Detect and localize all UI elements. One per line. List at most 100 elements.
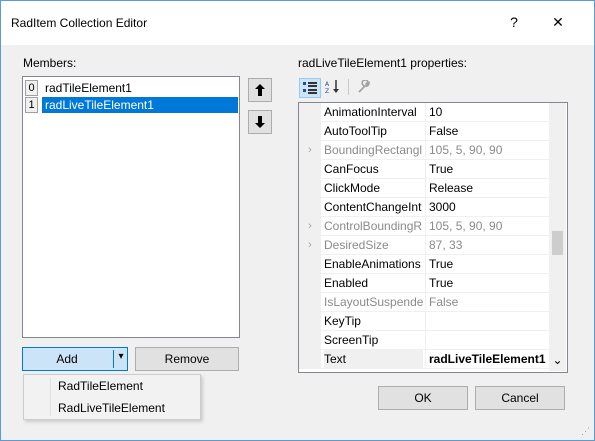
property-row[interactable]: AutoToolTip False bbox=[299, 122, 549, 141]
property-value[interactable]: radLiveTileElement1 bbox=[425, 350, 553, 369]
add-button[interactable]: Add bbox=[23, 352, 111, 366]
property-value[interactable]: Release bbox=[425, 179, 553, 198]
move-up-button[interactable] bbox=[248, 78, 272, 102]
property-value[interactable]: True bbox=[425, 255, 553, 274]
window-title: RadItem Collection Editor bbox=[11, 16, 148, 30]
property-value[interactable] bbox=[425, 312, 553, 331]
property-name: KeyTip bbox=[324, 314, 361, 328]
ok-button[interactable]: OK bbox=[378, 386, 468, 410]
property-value: 105, 5, 90, 90 bbox=[425, 217, 553, 236]
list-item-index: 0 bbox=[25, 80, 38, 96]
remove-button[interactable]: Remove bbox=[135, 347, 239, 371]
row-gutter bbox=[299, 350, 321, 369]
property-row[interactable]: ClickMode Release bbox=[299, 179, 549, 198]
arrow-down-icon bbox=[255, 116, 265, 128]
expand-chevron-icon[interactable]: › bbox=[299, 141, 321, 160]
property-row[interactable]: › DesiredSize 87, 33 bbox=[299, 236, 549, 255]
menu-gutter-separator bbox=[50, 378, 51, 416]
row-gutter bbox=[299, 331, 321, 350]
property-value[interactable]: 10 bbox=[425, 103, 553, 122]
row-gutter bbox=[299, 274, 321, 293]
expand-chevron-icon[interactable]: › bbox=[299, 236, 321, 255]
property-row[interactable]: AnimationInterval 10 bbox=[299, 103, 549, 122]
members-listbox[interactable]: 0 radTileElement1 1 radLiveTileElement1 bbox=[22, 76, 240, 338]
help-button[interactable]: ? bbox=[504, 14, 524, 30]
move-down-button[interactable] bbox=[248, 110, 272, 134]
property-name: CanFocus bbox=[324, 162, 379, 176]
alphabetical-button[interactable]: A Z bbox=[323, 78, 343, 96]
property-name: EnableAnimations bbox=[324, 257, 421, 271]
list-item-selected[interactable]: 1 radLiveTileElement1 bbox=[25, 97, 238, 113]
row-gutter bbox=[299, 312, 321, 331]
wrench-icon bbox=[358, 80, 370, 93]
property-name: BoundingRectangl bbox=[324, 143, 423, 157]
property-name: Text bbox=[324, 350, 423, 369]
add-dropdown-menu: RadTileElement RadLiveTileElement bbox=[23, 374, 201, 420]
property-grid[interactable]: AnimationInterval 10 AutoToolTip False ›… bbox=[298, 102, 568, 373]
property-row[interactable]: KeyTip bbox=[299, 312, 549, 331]
scroll-down-icon[interactable]: ⌄ bbox=[551, 353, 564, 367]
row-gutter bbox=[299, 198, 321, 217]
row-gutter bbox=[299, 122, 321, 141]
property-row[interactable]: ContentChangeInt 3000 bbox=[299, 198, 549, 217]
chevron-down-icon[interactable]: ▾ bbox=[115, 351, 127, 362]
property-name: DesiredSize bbox=[324, 238, 389, 252]
property-value: 87, 33 bbox=[425, 236, 553, 255]
row-gutter bbox=[299, 160, 321, 179]
property-row[interactable]: IsLayoutSuspendec False bbox=[299, 293, 549, 312]
split-divider bbox=[113, 350, 114, 368]
property-grid-toolbar: A Z bbox=[298, 75, 378, 99]
property-value: 105, 5, 90, 90 bbox=[425, 141, 553, 160]
collection-editor-dialog: RadItem Collection Editor ? ✕ Members: 0… bbox=[0, 0, 595, 441]
members-label: Members: bbox=[23, 56, 77, 70]
cancel-button[interactable]: Cancel bbox=[475, 386, 565, 410]
property-row[interactable]: CanFocus True bbox=[299, 160, 549, 179]
menu-item-radlivetileelement[interactable]: RadLiveTileElement bbox=[58, 398, 165, 418]
properties-label: radLiveTileElement1 properties: bbox=[298, 56, 467, 70]
title-bar: RadItem Collection Editor ? ✕ bbox=[1, 1, 594, 45]
property-name: AnimationInterval bbox=[324, 105, 417, 119]
add-split-button[interactable]: Add ▾ bbox=[22, 347, 128, 371]
property-value[interactable]: False bbox=[425, 122, 553, 141]
scrollbar-thumb[interactable] bbox=[552, 231, 563, 255]
expand-chevron-icon[interactable]: › bbox=[299, 217, 321, 236]
close-button[interactable]: ✕ bbox=[548, 14, 568, 31]
row-gutter bbox=[299, 179, 321, 198]
list-item-label: radLiveTileElement1 bbox=[42, 97, 238, 113]
menu-item-radtileelement[interactable]: RadTileElement bbox=[58, 376, 143, 396]
list-item-index: 1 bbox=[25, 97, 38, 113]
property-row[interactable]: › BoundingRectangl 105, 5, 90, 90 bbox=[299, 141, 549, 160]
alphabetical-icon: A Z bbox=[325, 80, 339, 94]
list-item[interactable]: 0 radTileElement1 bbox=[25, 80, 237, 96]
resize-grip-icon[interactable]: ⋰ bbox=[581, 426, 590, 437]
property-pages-button[interactable] bbox=[354, 78, 374, 96]
property-name: ContentChangeInt bbox=[324, 200, 422, 214]
property-name: Enabled bbox=[324, 276, 369, 290]
property-name: ControlBoundingR bbox=[324, 219, 423, 233]
row-gutter bbox=[299, 293, 321, 312]
property-row-selected[interactable]: Text radLiveTileElement1 bbox=[299, 350, 549, 369]
property-row[interactable]: ScreenTip bbox=[299, 331, 549, 350]
row-gutter bbox=[299, 255, 321, 274]
svg-text:Z: Z bbox=[325, 88, 329, 94]
property-value[interactable]: 3000 bbox=[425, 198, 553, 217]
property-value[interactable]: True bbox=[425, 160, 553, 179]
property-name: ScreenTip bbox=[324, 333, 379, 347]
property-value: False bbox=[425, 293, 553, 312]
property-name: AutoToolTip bbox=[324, 124, 387, 138]
arrow-up-icon bbox=[255, 84, 265, 96]
property-name: IsLayoutSuspendec bbox=[324, 295, 423, 309]
property-name: ClickMode bbox=[324, 181, 381, 195]
property-row[interactable]: EnableAnimations True bbox=[299, 255, 549, 274]
property-value[interactable]: True bbox=[425, 274, 553, 293]
property-value[interactable] bbox=[425, 331, 553, 350]
list-item-label: radTileElement1 bbox=[45, 81, 132, 95]
property-row[interactable]: Enabled True bbox=[299, 274, 549, 293]
property-grid-scrollbar[interactable]: ⌄ bbox=[549, 103, 566, 371]
svg-text:A: A bbox=[325, 81, 330, 88]
categorized-button[interactable] bbox=[299, 78, 321, 98]
property-row[interactable]: › ControlBoundingR 105, 5, 90, 90 bbox=[299, 217, 549, 236]
toolbar-separator bbox=[348, 79, 349, 95]
row-gutter bbox=[299, 103, 321, 122]
categorized-icon bbox=[303, 82, 317, 94]
